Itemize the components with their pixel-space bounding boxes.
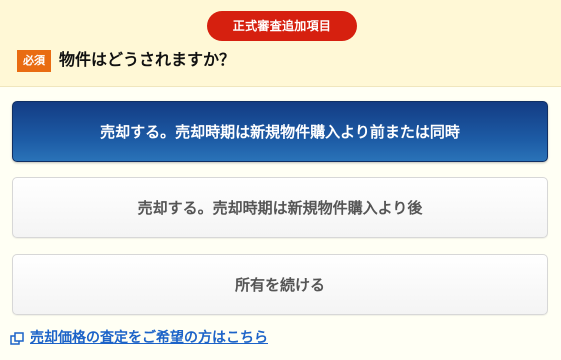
question-title: 物件はどうされますか？: [59, 50, 236, 69]
required-badge: 必須: [17, 50, 51, 72]
option-sell-before-purchase-button[interactable]: 売却する。売却時期は新規物件購入より前または同時: [12, 101, 548, 162]
option-sell-after-purchase-button[interactable]: 売却する。売却時期は新規物件購入より後: [12, 177, 548, 238]
external-window-icon: [10, 331, 24, 345]
question-header: 正式審査追加項目 必須 物件はどうされますか？: [0, 0, 561, 87]
option-label: 売却する。売却時期は新規物件購入より後: [137, 199, 423, 217]
formal-review-badge: 正式審査追加項目: [207, 11, 357, 41]
option-label: 売却する。売却時期は新規物件購入より前または同時: [100, 123, 460, 141]
sale-appraisal-link[interactable]: 売却価格の査定をご希望の方はこちら: [10, 327, 268, 349]
option-label: 所有を続ける: [234, 276, 325, 294]
option-keep-ownership-button[interactable]: 所有を続ける: [12, 254, 548, 315]
sale-appraisal-link-text: 売却価格の査定をご希望の方はこちら: [30, 330, 268, 346]
